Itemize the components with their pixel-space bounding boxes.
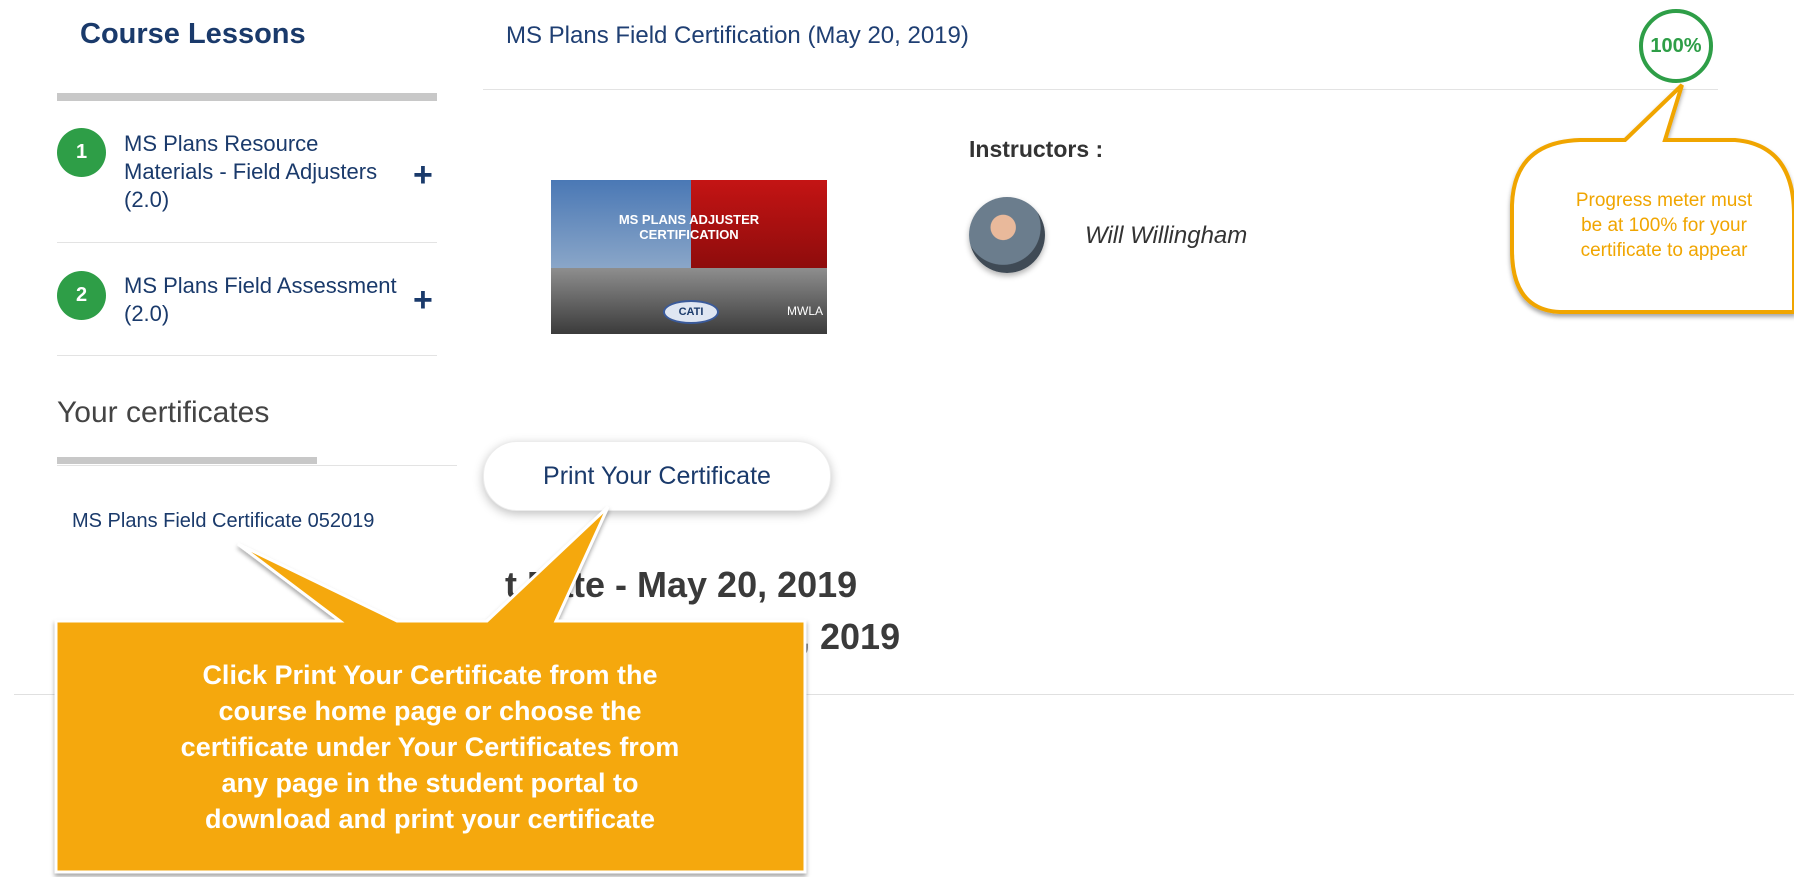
progress-callout-text: Progress meter must be at 100% for your …: [1575, 190, 1753, 261]
main-callout-text: Click Print Your Certificate from the co…: [180, 660, 680, 834]
